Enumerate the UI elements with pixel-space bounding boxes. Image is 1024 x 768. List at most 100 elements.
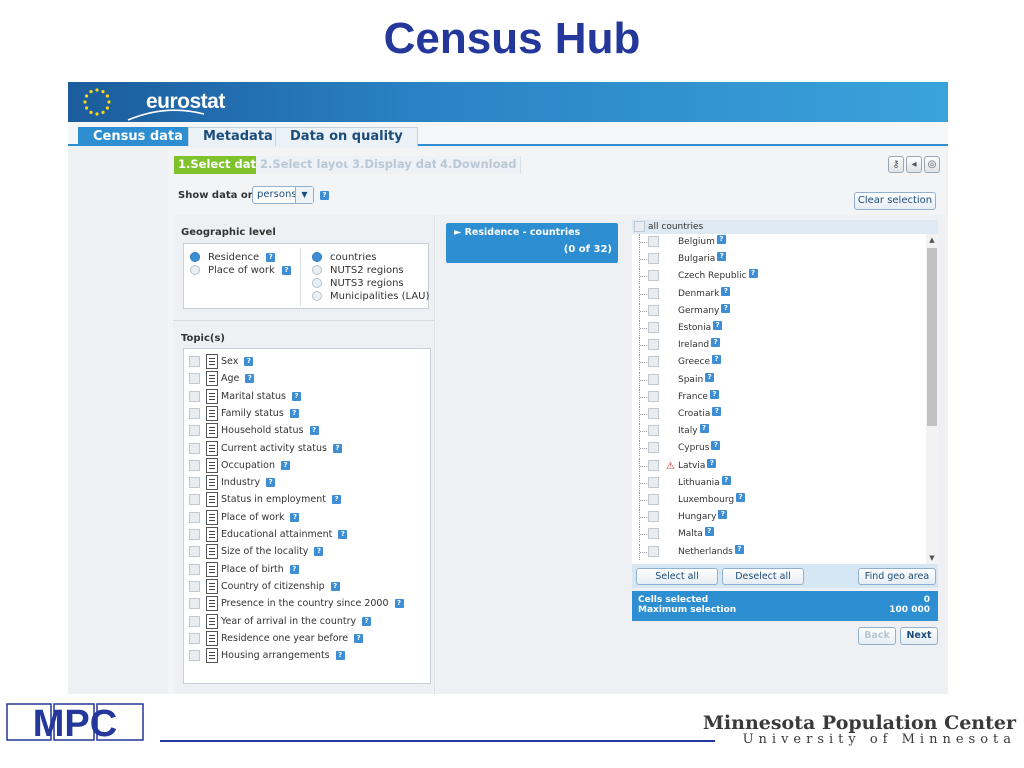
tab-census-data[interactable]: Census data [78,127,198,146]
next-button[interactable]: Next [900,627,938,645]
checkbox[interactable] [648,442,659,454]
help-icon[interactable]: ? [721,286,731,296]
checkbox[interactable] [648,528,659,540]
checkbox[interactable] [648,408,659,419]
help-icon[interactable]: ? [332,495,342,505]
checkbox[interactable] [189,425,200,437]
help-icon[interactable]: ? [721,475,731,485]
radio-nuts3[interactable]: NUTS3 regions [312,278,404,290]
checkbox[interactable] [189,477,200,489]
checkbox[interactable] [189,494,200,506]
country-row[interactable]: Hungary? [632,509,922,526]
country-row[interactable]: Malta? [632,526,922,543]
help-icon[interactable]: ? [711,338,721,348]
step-display-data[interactable]: 3.Display data [348,156,451,174]
tab-data-on-quality[interactable]: Data on quality [275,127,418,146]
checkbox[interactable] [648,476,659,488]
checkbox[interactable] [648,494,659,505]
step-download[interactable]: 4.Download [436,156,522,174]
checkbox[interactable] [189,598,200,610]
checkbox[interactable] [189,529,200,540]
topic-row[interactable]: Year of arrival in the country ? [189,613,372,630]
help-icon[interactable]: ? [266,252,276,262]
country-row[interactable]: Greece? [632,354,922,371]
help-icon[interactable]: ? [292,391,301,401]
topic-row[interactable]: Residence one year before ? [189,630,364,647]
checkbox[interactable] [648,253,659,265]
radio-place-of-work[interactable]: Place of work ? [190,265,291,277]
topic-row[interactable]: Place of work ? [189,509,300,526]
topic-row[interactable]: Sex ? [189,354,254,370]
checkbox[interactable] [648,270,659,282]
radio-nuts2[interactable]: NUTS2 regions [312,265,404,277]
help-icon[interactable]: ? [290,512,300,522]
topic-row[interactable]: Presence in the country since 2000 ? [189,596,404,612]
help-icon[interactable]: ? [717,252,727,262]
key-icon[interactable]: ⚷ [888,156,904,173]
help-icon[interactable]: ? [394,599,404,609]
checkbox[interactable] [648,545,659,557]
checkbox[interactable] [648,390,659,402]
checkbox[interactable] [189,511,200,523]
help-icon[interactable]: ? [314,547,324,557]
checkbox[interactable] [648,425,659,437]
checkbox[interactable] [189,390,200,402]
checkbox[interactable] [648,304,659,316]
country-row[interactable]: Denmark? [632,285,922,302]
checkbox[interactable] [189,373,200,385]
checkbox[interactable] [189,407,200,419]
help-icon[interactable]: ? [338,530,348,539]
help-icon[interactable]: ? [244,357,254,366]
checkbox[interactable] [189,563,200,575]
country-row[interactable]: Czech Republic? [632,268,922,285]
help-icon[interactable]: ? [709,389,719,399]
topic-row[interactable]: Status in employment ? [189,492,342,508]
settings-icon[interactable]: ◎ [924,156,940,173]
help-icon[interactable]: ? [309,426,319,436]
help-icon[interactable]: ? [705,372,715,382]
checkbox[interactable] [189,546,200,558]
radio-button[interactable] [312,291,322,301]
help-icon[interactable]: ? [712,407,722,416]
checkbox[interactable] [648,322,659,333]
tab-metadata[interactable]: Metadata [188,127,288,146]
topic-row[interactable]: Current activity status ? [189,440,342,457]
scrollbar[interactable]: ▲ ▼ [926,234,938,564]
country-row[interactable]: Netherlands? [632,543,922,560]
help-icon[interactable]: ? [712,355,722,365]
help-icon[interactable]: ? [354,633,364,643]
country-row[interactable]: Ireland? [632,337,922,354]
back-icon[interactable]: ◂ [906,156,922,173]
radio-button[interactable] [312,252,322,262]
radio-button[interactable] [190,252,200,262]
checkbox[interactable] [648,356,659,368]
help-icon[interactable]: ? [713,321,723,330]
topic-row[interactable]: Place of birth ? [189,561,299,578]
all-countries-row[interactable]: all countries [632,220,938,234]
help-icon[interactable]: ? [711,441,721,451]
find-geo-area-button[interactable]: Find geo area [858,568,936,585]
help-icon[interactable]: ? [748,269,758,279]
radio-residence[interactable]: Residence ? [190,252,276,264]
checkbox[interactable] [189,356,200,367]
radio-button[interactable] [312,278,322,288]
help-icon[interactable]: ? [281,265,291,275]
radio-button[interactable] [312,265,322,275]
checkbox[interactable] [189,459,200,471]
help-icon[interactable]: ? [320,191,329,200]
topic-row[interactable]: Country of citizenship ? [189,578,340,595]
topic-row[interactable]: Marital status ? [189,388,301,405]
checkbox[interactable] [189,632,200,644]
radio-countries[interactable]: countries [312,252,376,264]
scroll-thumb[interactable] [927,248,937,426]
country-row[interactable]: Estonia? [632,320,922,336]
help-icon[interactable]: ? [736,493,746,502]
country-row[interactable]: France? [632,388,922,405]
country-row[interactable]: Lithuania? [632,474,922,491]
country-row[interactable]: ⚠ Latvia? [632,457,922,474]
help-icon[interactable]: ? [716,235,726,244]
checkbox[interactable] [189,615,200,627]
topic-row[interactable]: Size of the locality ? [189,544,324,560]
help-icon[interactable]: ? [335,651,345,661]
deselect-all-button[interactable]: Deselect all [722,568,804,585]
